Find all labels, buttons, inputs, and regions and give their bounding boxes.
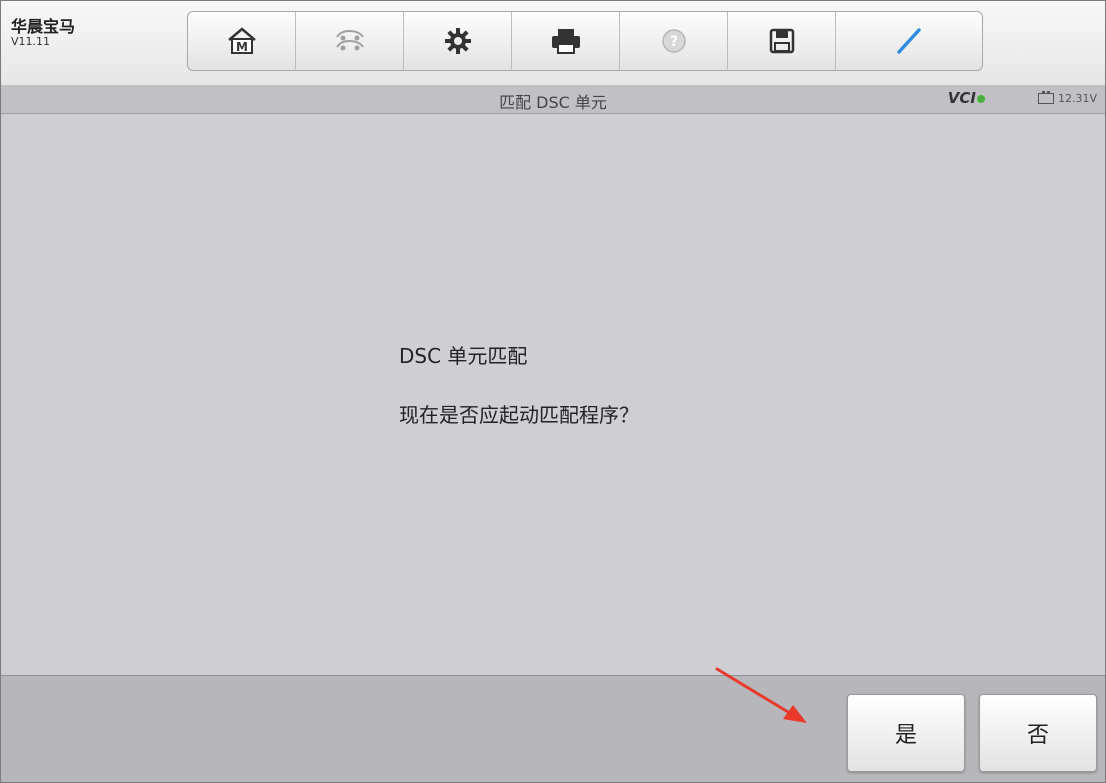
home-button[interactable]: M bbox=[188, 12, 296, 70]
dialog-question: 现在是否应起动匹配程序？ bbox=[399, 403, 639, 427]
top-toolbar: 华晨宝马 V11.11 M ? bbox=[1, 1, 1105, 86]
vci-status: VCI bbox=[948, 89, 985, 107]
pen-button[interactable] bbox=[836, 12, 982, 70]
home-icon: M bbox=[227, 27, 256, 54]
pointer-arrow-icon bbox=[715, 667, 807, 723]
page-title: 匹配 DSC 单元 bbox=[499, 93, 607, 112]
vci-connected-icon bbox=[977, 94, 985, 103]
vci-label: VCI bbox=[947, 89, 976, 107]
battery-icon bbox=[1037, 91, 1054, 104]
vehicle-swap-icon bbox=[335, 29, 364, 51]
svg-text:?: ? bbox=[669, 34, 677, 50]
settings-gear-icon bbox=[444, 28, 471, 54]
yes-button[interactable]: 是 bbox=[847, 694, 965, 772]
battery-voltage: 12.31V bbox=[1057, 92, 1097, 105]
toolbar-buttons: M ? bbox=[187, 11, 983, 71]
print-icon bbox=[551, 29, 580, 54]
dialog-content: DSC 单元匹配 现在是否应起动匹配程序？ bbox=[1, 114, 1105, 674]
save-button[interactable] bbox=[728, 12, 836, 70]
print-button[interactable] bbox=[512, 12, 620, 70]
help-icon: ? bbox=[661, 29, 686, 53]
no-button[interactable]: 否 bbox=[979, 694, 1097, 772]
pen-icon bbox=[897, 28, 921, 54]
battery-status: 12.31V bbox=[1037, 91, 1097, 105]
vehicle-swap-button[interactable] bbox=[296, 12, 404, 70]
app-name: 华晨宝马 bbox=[11, 17, 76, 36]
dialog-heading: DSC 单元匹配 bbox=[399, 344, 528, 368]
action-bar: 是 否 bbox=[1, 675, 1105, 782]
app-window: 华晨宝马 V11.11 M ? 匹配 DSC 单元 VCI 12.31V DSC… bbox=[0, 0, 1106, 783]
save-icon bbox=[769, 28, 794, 54]
svg-text:M: M bbox=[236, 40, 248, 54]
help-button[interactable]: ? bbox=[620, 12, 728, 70]
app-version: V11.11 bbox=[11, 35, 51, 48]
title-bar: 匹配 DSC 单元 VCI 12.31V bbox=[1, 85, 1105, 114]
settings-button[interactable] bbox=[404, 12, 512, 70]
